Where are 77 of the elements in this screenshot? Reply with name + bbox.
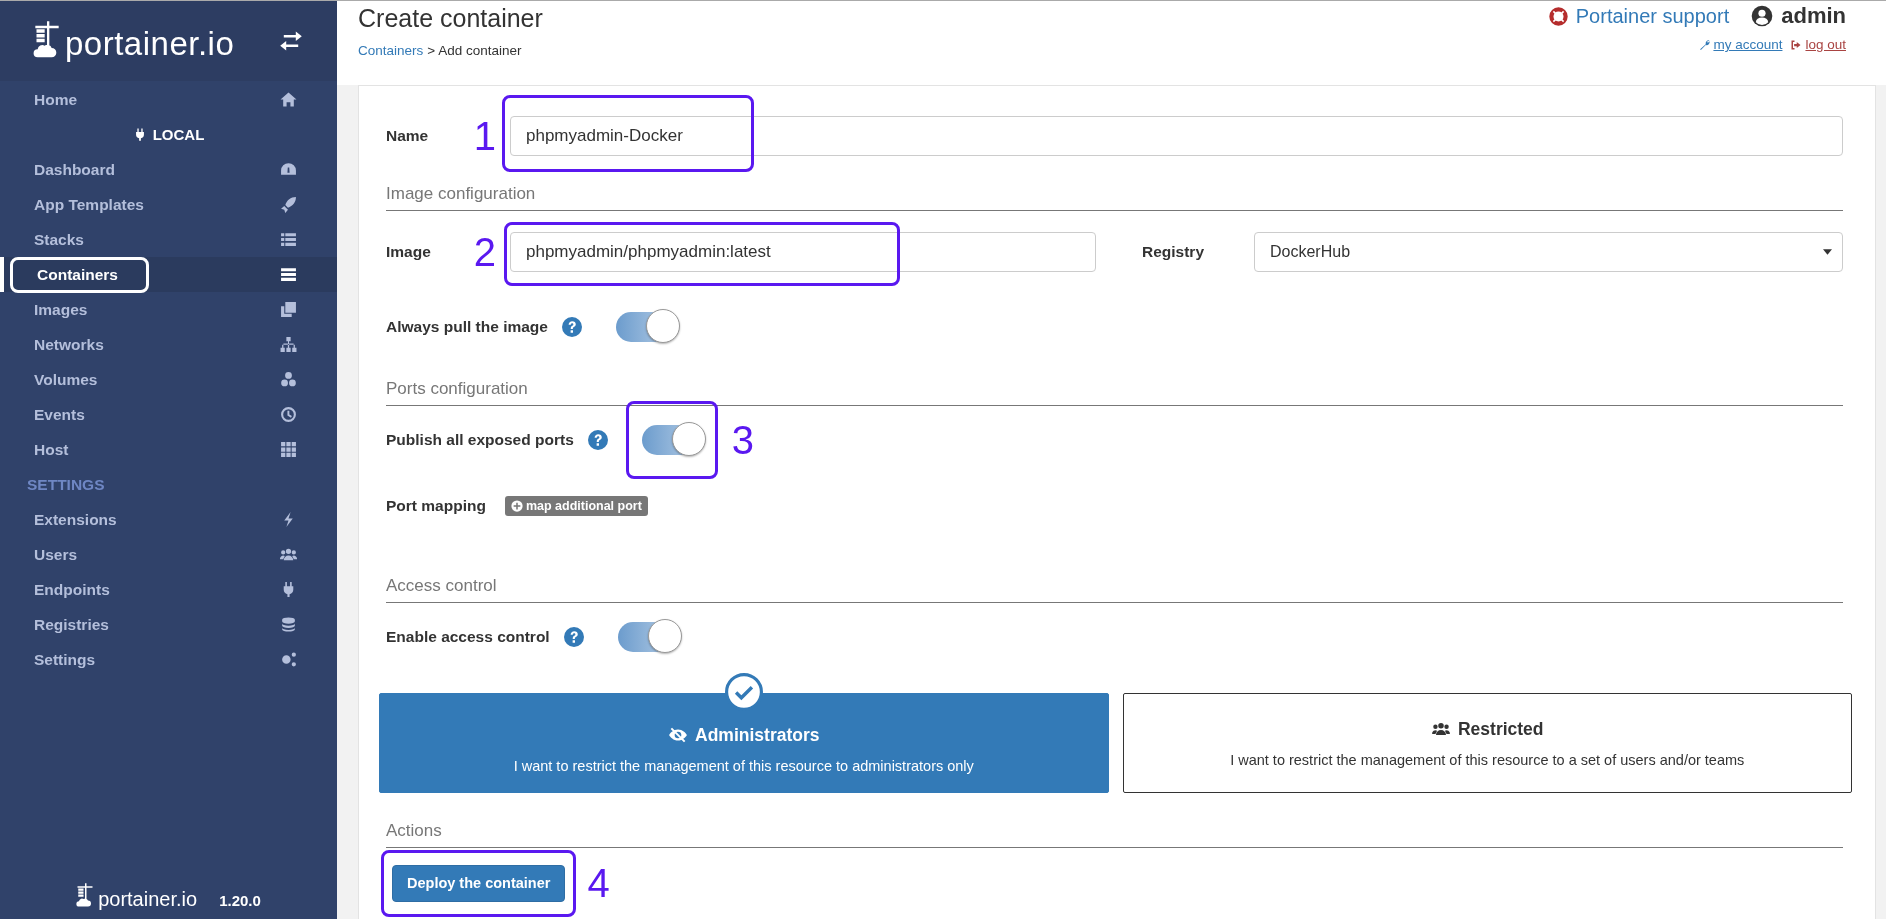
grid-icon: [280, 441, 297, 458]
sidebar-item[interactable]: Extensions: [0, 502, 337, 537]
section-heading: Access control: [386, 576, 1843, 603]
option-title: Administrators: [695, 724, 820, 746]
my-account-link[interactable]: my account: [1699, 37, 1783, 52]
sidebar-heading: SETTINGS: [26, 474, 106, 495]
breadcrumb-current: > Add container: [427, 43, 522, 58]
map-port-button[interactable]: map additional port: [504, 496, 648, 516]
version-label: 1.20.0: [219, 892, 261, 909]
field-label: Registry: [1142, 243, 1206, 261]
annotation-number: 2: [473, 232, 496, 272]
sidebar-item[interactable]: Host: [0, 432, 337, 467]
log-out-link[interactable]: log out: [1790, 37, 1846, 52]
sign-out-icon: [1790, 38, 1803, 51]
access-option-card[interactable]: Administrators I want to restrict the management of this resource to administrators only: [379, 693, 1109, 793]
help-icon[interactable]: [587, 430, 608, 450]
sidebar-item[interactable]: Containers: [0, 257, 337, 292]
sitemap-icon: [280, 336, 297, 353]
footer-logo: portainer.io: [98, 888, 198, 911]
field-label: Port mapping: [386, 497, 486, 515]
sidebar-item[interactable]: Images: [0, 292, 337, 327]
breadcrumb-link[interactable]: Containers: [358, 43, 424, 58]
field-label: Enable access control: [386, 628, 550, 646]
list-icon: [280, 231, 297, 248]
field-label: Publish all exposed ports: [386, 431, 574, 449]
sidebar-item[interactable]: Users: [0, 537, 337, 572]
home-icon: [280, 91, 297, 108]
support-link[interactable]: Portainer support: [1548, 4, 1730, 28]
annotation-number: 3: [731, 420, 754, 460]
users-icon: [1430, 721, 1451, 737]
sidebar-item[interactable]: Endpoints: [0, 572, 337, 607]
sidebar-item[interactable]: Events: [0, 397, 337, 432]
swap-arrows-icon[interactable]: [279, 31, 303, 51]
annotation-number: 4: [587, 863, 610, 903]
users-icon: [280, 546, 297, 563]
sidebar-item[interactable]: Volumes: [0, 362, 337, 397]
section-heading: Image configuration: [386, 184, 1843, 211]
check-circle-icon: [724, 673, 763, 711]
gauge-icon: [280, 161, 297, 178]
annotation-number: 1: [473, 116, 496, 156]
registry-select[interactable]: DockerHub: [1254, 232, 1843, 272]
sidebar-item[interactable]: Dashboard: [0, 152, 337, 187]
user-name: admin: [1751, 3, 1846, 29]
sidebar-item[interactable]: Settings: [0, 642, 337, 677]
image-input[interactable]: phpmyadmin/phpmyadmin:latest: [510, 232, 1096, 272]
section-heading: Ports configuration: [386, 379, 1843, 406]
access-option-card[interactable]: Restricted I want to restrict the management of this resource to a set of users and/or teams: [1122, 693, 1852, 793]
option-description: I want to restrict the management of this resource to administrators only: [513, 757, 974, 774]
sidebar-item[interactable]: Registries: [0, 607, 337, 642]
server-icon: [280, 266, 297, 283]
wrench-icon: [1699, 38, 1712, 51]
rocket-icon: [280, 196, 297, 213]
history-icon: [280, 406, 297, 423]
sidebar-item[interactable]: Home: [0, 82, 337, 117]
database-icon: [280, 616, 297, 633]
eye-slash-icon: [668, 727, 688, 743]
section-heading: Actions: [386, 821, 1843, 848]
option-title: Restricted: [1457, 718, 1544, 740]
cubes-icon: [280, 371, 297, 388]
sidebar-item[interactable]: Stacks: [0, 222, 337, 257]
field-label: Name: [386, 127, 429, 145]
sidebar-item[interactable]: Networks: [0, 327, 337, 362]
caret-icon: [1823, 249, 1832, 255]
page-title: Create container: [358, 4, 543, 33]
option-description: I want to restrict the management of this resource to a set of users and/or teams: [1230, 751, 1745, 768]
endpoint-name: LOCAL: [152, 126, 205, 143]
sidebar-item[interactable]: App Templates: [0, 187, 337, 222]
field-label: Image: [386, 243, 431, 261]
help-icon[interactable]: [561, 317, 582, 337]
help-icon[interactable]: [563, 627, 584, 647]
field-label: Always pull the image: [386, 318, 548, 336]
deploy-button[interactable]: Deploy the container: [392, 864, 566, 902]
plus-circle-icon: [510, 500, 523, 512]
user-icon: [1751, 5, 1774, 27]
lifebuoy-icon: [1548, 6, 1568, 26]
name-input[interactable]: phpmyadmin-Docker: [510, 116, 1843, 156]
copy-icon: [280, 301, 297, 318]
